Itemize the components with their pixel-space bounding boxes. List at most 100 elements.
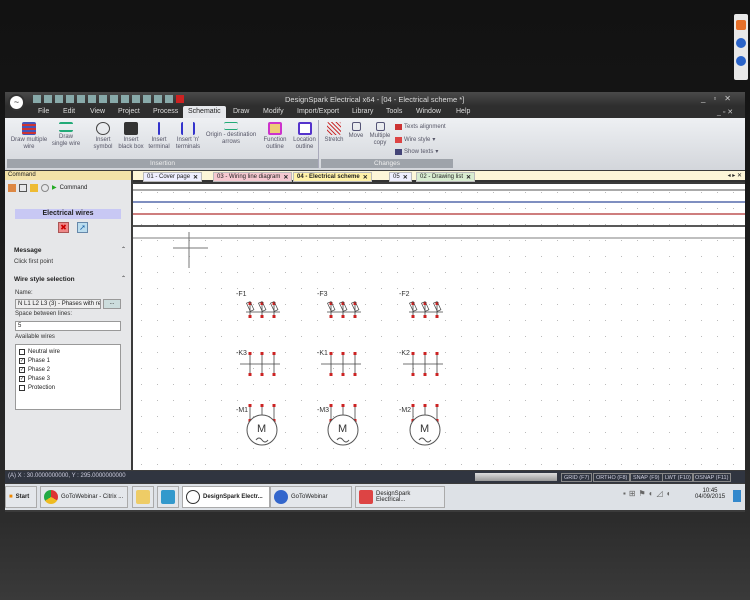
tab-cover-page[interactable]: 01 - Cover page ✕ (143, 172, 203, 182)
confirm-icon[interactable]: ➚ (77, 222, 88, 233)
location-outline-button[interactable]: Location outline (291, 122, 318, 151)
system-tray-icons[interactable]: ▪⊞⚑◐◿◖ (623, 489, 674, 498)
name-field[interactable]: N L1 L2 L3 (3) - Phases with rec (15, 299, 101, 309)
insert-black-box-button[interactable]: Insert black box (117, 122, 145, 151)
collapse-icon[interactable]: ⌃ (121, 246, 126, 253)
menu-window[interactable]: Window (416, 108, 441, 115)
taskbar-designspark[interactable]: DesignSpark Electr... (182, 486, 270, 508)
app-logo-icon[interactable]: ~ (8, 94, 25, 111)
taskbar-gotowebinar-citrix[interactable]: GoToWebinar - Citrix ... (40, 486, 128, 508)
wire-option[interactable]: ✓ Phase 2 (19, 365, 117, 374)
wire-style-icon (395, 136, 402, 143)
browse-button[interactable]: ... (103, 299, 121, 309)
tab-drawing-list[interactable]: 02 - Drawing list ✕ (416, 172, 476, 182)
status-bar: (A) X : 30.0000000000, Y : 295.000000000… (5, 471, 745, 483)
wire-style-dropdown[interactable]: Wire style ▾ (395, 136, 435, 143)
menu-help[interactable]: Help (456, 108, 470, 115)
function-outline-icon (268, 122, 282, 135)
menu-project[interactable]: Project (118, 108, 140, 115)
components-icon[interactable] (8, 183, 16, 192)
checkbox[interactable] (19, 384, 25, 391)
checkbox[interactable]: ✓ (19, 375, 25, 382)
checkbox[interactable]: ✓ (19, 357, 25, 364)
wire-style-heading: Wire style selection (14, 276, 75, 283)
properties-icon[interactable] (41, 183, 49, 192)
gotowebinar-icon (274, 490, 288, 504)
window-controls[interactable]: _▫✕ (701, 94, 739, 103)
menu-import-export[interactable]: Import/Export (297, 108, 339, 115)
close-icon[interactable]: ✕ (363, 174, 368, 181)
function-outline-button[interactable]: Function outline (261, 122, 289, 151)
title-bar: DesignSpark Electrical x64 - [04 - Elect… (5, 92, 745, 106)
component-tag: -K3 (236, 350, 247, 357)
menu-process[interactable]: Process (153, 108, 178, 115)
quick-access-toolbar[interactable] (33, 95, 184, 103)
wire-option-label: Phase 1 (28, 357, 51, 364)
tab-electrical-scheme[interactable]: 04 - Electrical scheme ✕ (293, 172, 372, 182)
drawing-canvas[interactable]: -F1 -K3 -M1 M -F3 -K1 -M3 M -F2 -K2 -M2 M (133, 184, 745, 470)
document-tabs: 01 - Cover page ✕ 03 - Wiring line diagra… (133, 171, 745, 182)
snap-toggle[interactable]: SNAP (F9) (630, 473, 663, 482)
draw-multiple-wire-button[interactable]: Draw multiple wire (9, 122, 49, 151)
clock[interactable]: 10:45 04/09/2015 (695, 488, 725, 500)
back-arrow-icon[interactable] (736, 20, 746, 30)
wire-option[interactable]: Neutral wire (19, 347, 117, 356)
menu-tools[interactable]: Tools (386, 108, 402, 115)
tab-command[interactable]: Command (60, 185, 88, 191)
star-icon[interactable] (30, 183, 38, 192)
menu-library[interactable]: Library (352, 108, 373, 115)
stretch-button[interactable]: Stretch (323, 122, 345, 144)
motor-letter: M (257, 423, 266, 435)
show-desktop-button[interactable] (733, 490, 741, 502)
taskbar-explorer[interactable] (132, 486, 154, 508)
wire-option[interactable]: ✓ Phase 3 (19, 374, 117, 383)
available-wires-list: Neutral wire ✓ Phase 1 ✓ Phase 2 ✓ Phase 3 Prot… (15, 344, 121, 410)
show-texts-dropdown[interactable]: Show texts ▾ (395, 148, 438, 155)
space-between-lines-input[interactable]: 5 (15, 321, 121, 331)
close-icon[interactable]: ✕ (466, 174, 471, 181)
taskbar-gotowebinar[interactable]: GoToWebinar (270, 486, 352, 508)
draw-single-wire-button[interactable]: Draw single wire (51, 122, 81, 148)
start-button[interactable]: ■ Start (5, 486, 37, 508)
save-icon[interactable] (19, 183, 27, 192)
tab-scroll-controls[interactable]: ◂ ▸ ✕ (728, 172, 742, 179)
wire-option[interactable]: ✓ Phase 1 (19, 356, 117, 365)
printer-icon[interactable] (736, 38, 746, 48)
texts-alignment-icon (395, 124, 402, 130)
menu-draw[interactable]: Draw (233, 108, 249, 115)
wire-option[interactable]: Protection (19, 383, 117, 392)
ortho-toggle[interactable]: ORTHO (F8) (593, 473, 631, 482)
menu-modify[interactable]: Modify (263, 108, 284, 115)
osnap-toggle[interactable]: OSNAP (F11) (692, 473, 732, 482)
component-tag: -M1 (236, 407, 248, 414)
close-icon[interactable]: ✕ (193, 174, 198, 181)
texts-alignment-button[interactable]: Texts alignment (395, 124, 446, 130)
menu-view[interactable]: View (90, 108, 105, 115)
multiple-copy-button[interactable]: Multiple copy (367, 122, 393, 147)
download-icon[interactable] (736, 56, 746, 66)
insert-symbol-button[interactable]: Insert symbol (91, 122, 115, 151)
tab-wiring-line-diagram[interactable]: 03 - Wiring line diagram ✕ (213, 172, 293, 182)
checkbox[interactable] (19, 348, 25, 355)
grid-toggle[interactable]: GRID (F7) (561, 473, 593, 482)
checkbox[interactable]: ✓ (19, 366, 25, 373)
insert-n-terminals-button[interactable]: Insert 'n' terminals (173, 122, 203, 151)
mdi-controls[interactable]: _ ▫ ✕ (717, 108, 733, 116)
collapse-icon[interactable]: ⌃ (121, 275, 126, 282)
cancel-icon[interactable]: ✖ (58, 222, 69, 233)
close-icon[interactable]: ✕ (283, 174, 288, 181)
menu-file[interactable]: File (38, 108, 49, 115)
lwt-toggle[interactable]: LWT (F10) (662, 473, 694, 482)
move-button[interactable]: Move (347, 122, 365, 140)
ribbon: Draw multiple wire Draw single wire Inse… (5, 118, 745, 170)
tab-05[interactable]: 05 ✕ (389, 172, 412, 182)
component-tag: -F2 (399, 291, 410, 298)
taskbar-powerpoint[interactable]: DesignSpark Electrical... (355, 486, 445, 508)
taskbar-app[interactable] (157, 486, 179, 508)
insert-terminal-button[interactable]: Insert terminal (147, 122, 171, 151)
origin-destination-arrows-button[interactable]: Origin - destination arrows (205, 122, 257, 146)
group-label-changes: Changes (321, 159, 453, 168)
menu-schematic[interactable]: Schematic (183, 106, 226, 118)
menu-edit[interactable]: Edit (63, 108, 75, 115)
close-icon[interactable]: ✕ (403, 174, 408, 181)
